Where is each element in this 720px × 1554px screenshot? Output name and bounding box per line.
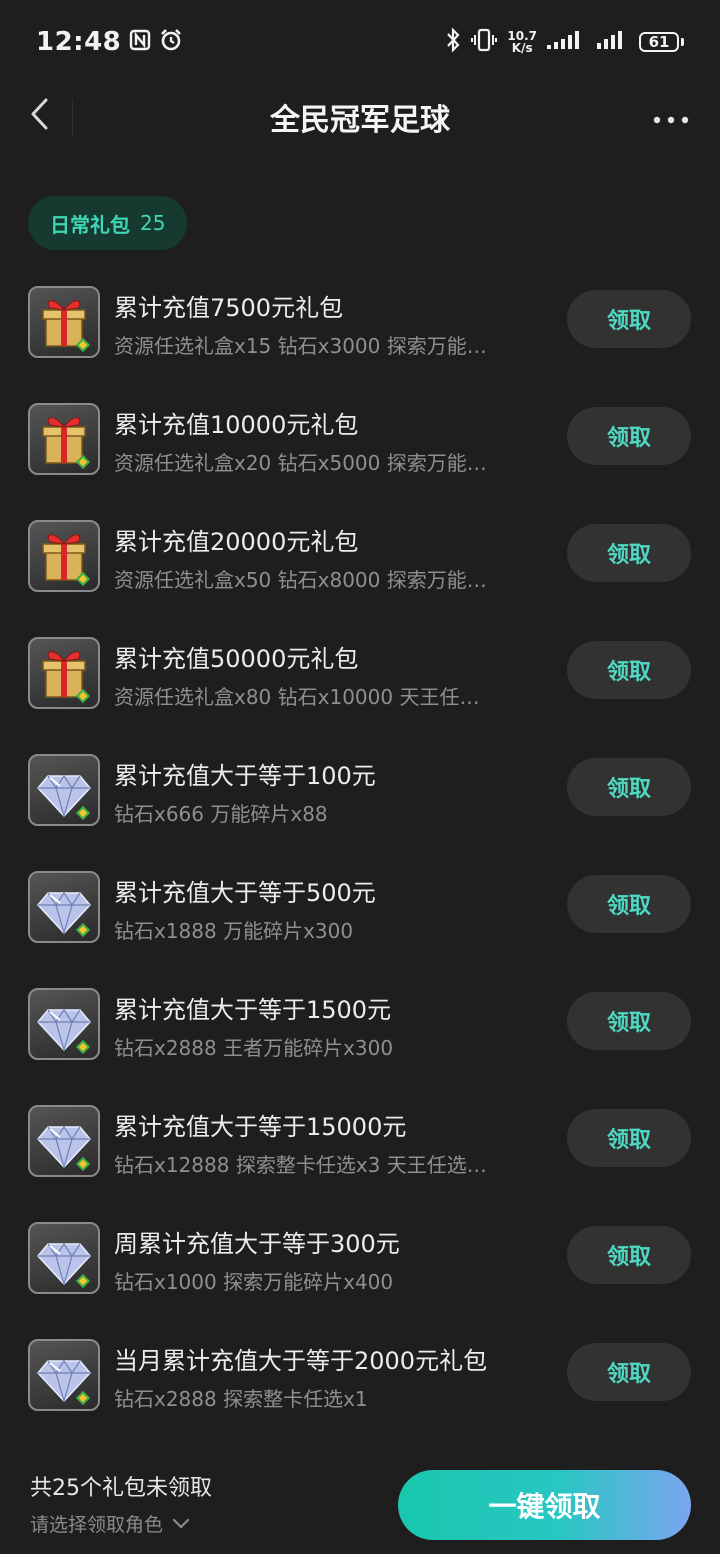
status-left: 12:48 [36,27,183,57]
claim-all-button[interactable]: 一键领取 [398,1470,691,1540]
select-role-label: 请选择领取角色 [30,1514,164,1536]
claim-button[interactable]: 领取 [567,992,691,1050]
gift-item: 累计充值20000元礼包资源任选礼盒x50 钻石x8000 探索万能… 领取 [0,512,720,612]
gift-title: 累计充值10000元礼包 [114,411,359,439]
battery-level: 61 [639,32,679,52]
gift-title: 累计充值大于等于100元 [114,762,376,790]
diamond-icon [28,871,100,943]
gift-title: 累计充值20000元礼包 [114,528,359,556]
nfc-icon [129,29,151,55]
net-speed: 10.7 K/s [507,30,537,54]
gift-description: 资源任选礼盒x20 钻石x5000 探索万能… [114,451,487,475]
diamond-icon [28,754,100,826]
signal-icon-2 [597,29,629,55]
claim-button[interactable]: 领取 [567,524,691,582]
gift-description: 钻石x1000 探索万能碎片x400 [114,1270,394,1294]
claim-button[interactable]: 领取 [567,875,691,933]
gift-item: 累计充值50000元礼包资源任选礼盒x80 钻石x10000 天王任… 领取 [0,629,720,729]
claim-button[interactable]: 领取 [567,758,691,816]
gift-description: 钻石x1888 万能碎片x300 [114,919,354,943]
select-role-dropdown[interactable]: 请选择领取角色 [30,1510,191,1537]
gift-title: 累计充值7500元礼包 [114,294,344,322]
claim-button[interactable]: 领取 [567,641,691,699]
chevron-down-icon [171,1513,191,1535]
back-button[interactable] [18,94,62,138]
header-divider [72,98,73,136]
footer-bar: 共25个礼包未领取 请选择领取角色 一键领取 [0,1440,720,1554]
gift-item: 累计充值7500元礼包资源任选礼盒x15 钻石x3000 探索万能… 领取 [0,278,720,378]
claim-button[interactable]: 领取 [567,290,691,348]
gift-item: 累计充值大于等于500元钻石x1888 万能碎片x300 领取 [0,863,720,963]
gift-item: 累计充值大于等于15000元钻石x12888 探索整卡任选x3 天王任选… 领取 [0,1097,720,1197]
gift-title: 累计充值大于等于1500元 [114,996,392,1024]
page-title: 全民冠军足球 [270,103,450,138]
gift-title: 累计充值大于等于500元 [114,879,376,907]
category-count: 25 [140,211,166,235]
status-bar: 12:48 10.7 K/s 61 [0,0,720,84]
gift-box-icon [28,637,100,709]
gift-item: 累计充值大于等于100元钻石x666 万能碎片x88 领取 [0,746,720,846]
gift-description: 资源任选礼盒x80 钻石x10000 天王任… [114,685,480,709]
page: 12:48 10.7 K/s 61 全民冠军足球 日常礼包 25 累计充值750… [0,0,720,1554]
gift-box-icon [28,286,100,358]
gift-item: 累计充值10000元礼包资源任选礼盒x20 钻石x5000 探索万能… 领取 [0,395,720,495]
category-label: 日常礼包 [50,212,130,237]
gift-title: 周累计充值大于等于300元 [114,1230,400,1258]
diamond-icon [28,988,100,1060]
net-speed-unit: K/s [511,41,533,55]
diamond-icon [28,1339,100,1411]
vibrate-icon [471,27,498,57]
gift-description: 钻石x666 万能碎片x88 [114,802,328,826]
gift-description: 钻石x2888 探索整卡任选x1 [114,1387,368,1411]
gift-box-icon [28,403,100,475]
bluetooth-icon [445,27,461,57]
gift-title: 累计充值大于等于15000元 [114,1113,407,1141]
status-time: 12:48 [36,27,122,57]
diamond-icon [28,1222,100,1294]
gift-description: 资源任选礼盒x15 钻石x3000 探索万能… [114,334,487,358]
gift-item: 当月累计充值大于等于2000元礼包钻石x2888 探索整卡任选x1 领取 [0,1331,720,1430]
gift-box-icon [28,520,100,592]
gift-description: 钻石x2888 王者万能碎片x300 [114,1036,394,1060]
gift-item: 周累计充值大于等于300元钻石x1000 探索万能碎片x400 领取 [0,1214,720,1314]
gift-description: 资源任选礼盒x50 钻石x8000 探索万能… [114,568,487,592]
claim-button[interactable]: 领取 [567,1343,691,1401]
gift-list[interactable]: 累计充值7500元礼包 资源任选礼盒x15 钻石x3000 探索万能… 领取 累计充值… [0,270,720,1430]
gift-title: 累计充值50000元礼包 [114,645,359,673]
gift-title: 当月累计充值大于等于2000元礼包 [114,1347,488,1375]
claim-button[interactable]: 领取 [567,1109,691,1167]
unclaimed-count: 共25个礼包未领取 [30,1476,212,1501]
battery-indicator: 61 [639,32,684,52]
chevron-left-icon [28,96,52,136]
status-right: 10.7 K/s 61 [445,27,684,57]
gift-item: 累计充值大于等于1500元钻石x2888 王者万能碎片x300 领取 [0,980,720,1080]
battery-tip [681,38,684,46]
app-header: 全民冠军足球 [0,84,720,150]
more-dots-icon [653,109,689,128]
category-chip[interactable]: 日常礼包 25 [28,196,188,250]
signal-icon [547,29,587,55]
claim-button[interactable]: 领取 [567,407,691,465]
claim-button[interactable]: 领取 [567,1226,691,1284]
gift-description: 钻石x12888 探索整卡任选x3 天王任选… [114,1153,487,1177]
alarm-icon [159,28,183,56]
more-button[interactable] [646,96,696,140]
diamond-icon [28,1105,100,1177]
